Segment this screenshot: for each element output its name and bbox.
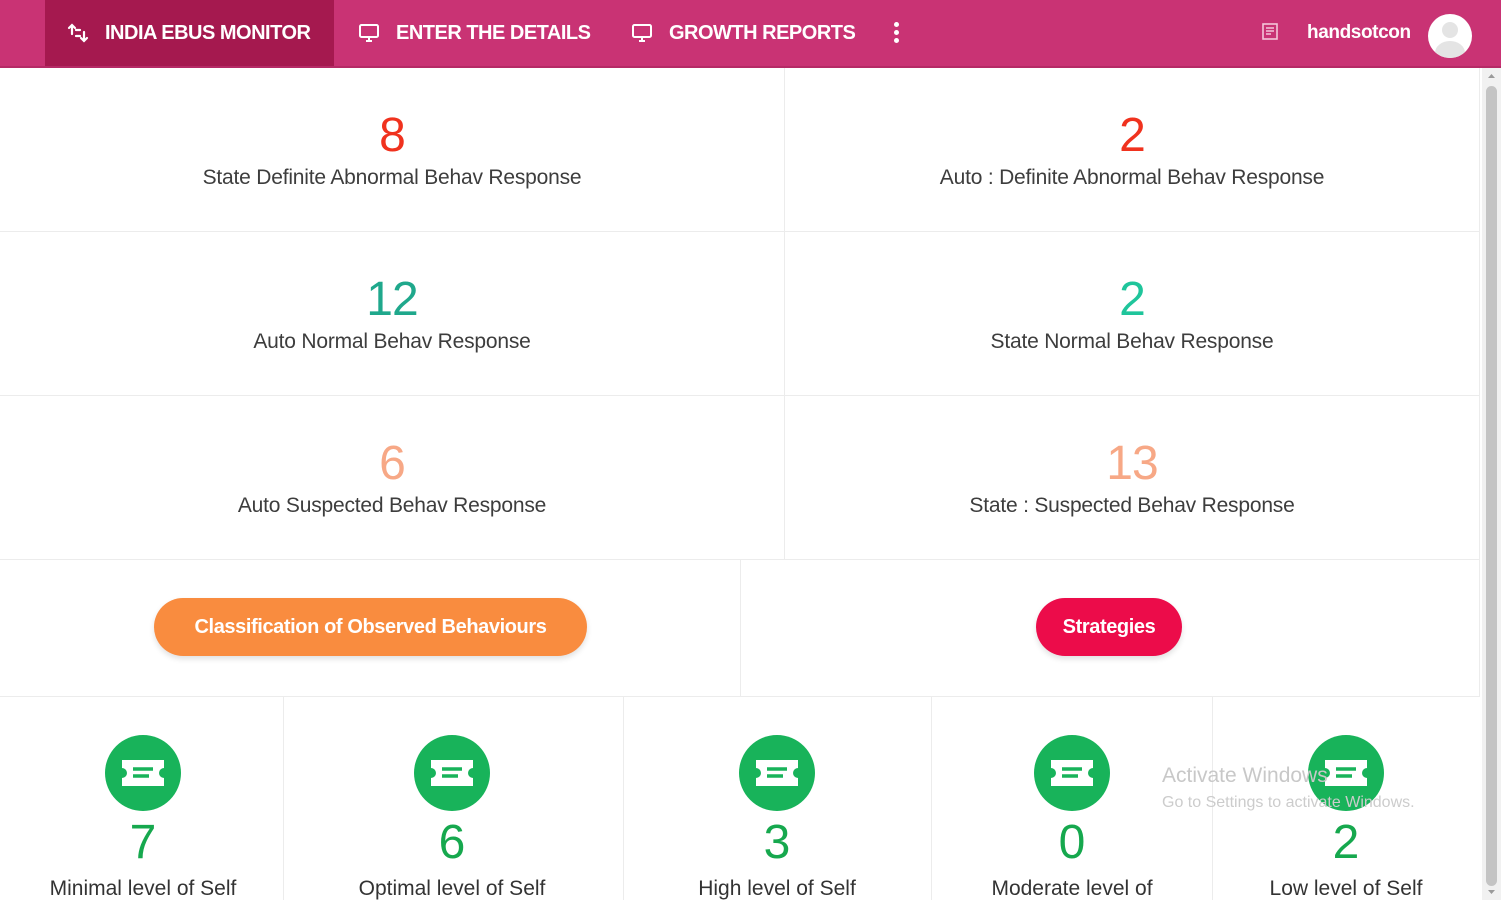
language-icon[interactable] bbox=[1260, 22, 1282, 42]
vertical-scrollbar[interactable] bbox=[1482, 68, 1501, 900]
stat-label: State : Suspected Behav Response bbox=[969, 494, 1295, 517]
level-label: Optimal level of Self bbox=[358, 877, 546, 900]
stat-card: 12 Auto Normal Behav Response bbox=[0, 232, 785, 396]
more-vert-icon[interactable] bbox=[886, 20, 906, 46]
stat-card: 2 State Normal Behav Response bbox=[785, 232, 1480, 396]
level-value: 2 bbox=[1332, 816, 1360, 869]
stat-label: Auto Normal Behav Response bbox=[253, 330, 531, 353]
level-label: Moderate level of bbox=[991, 877, 1153, 900]
scroll-down-icon[interactable] bbox=[1482, 886, 1501, 900]
strategies-cell: Strategies bbox=[741, 560, 1480, 697]
nav-brand[interactable]: INDIA EBUS MONITOR bbox=[45, 0, 334, 66]
stat-value: 2 bbox=[1119, 273, 1146, 326]
stat-card: 13 State : Suspected Behav Response bbox=[785, 396, 1480, 560]
stat-label: Auto : Definite Abnormal Behav Response bbox=[939, 166, 1325, 189]
nav-enter-details[interactable]: ENTER THE DETAILS bbox=[358, 0, 591, 66]
top-navbar: INDIA EBUS MONITOR ENTER THE DETAILS GRO… bbox=[0, 0, 1501, 68]
stat-value: 8 bbox=[379, 109, 406, 162]
stat-label: State Definite Abnormal Behav Response bbox=[202, 166, 582, 189]
strategies-button[interactable]: Strategies bbox=[1036, 598, 1182, 656]
level-label: Low level of Self bbox=[1269, 877, 1423, 900]
nav-growth-reports[interactable]: GROWTH REPORTS bbox=[631, 0, 856, 66]
ticket-icon bbox=[1034, 735, 1110, 811]
stat-card: 6 Auto Suspected Behav Response bbox=[0, 396, 785, 560]
ticket-icon bbox=[739, 735, 815, 811]
level-value: 0 bbox=[1058, 816, 1086, 869]
activation-watermark-subtitle: Go to Settings to activate Windows. bbox=[1162, 794, 1415, 811]
classification-button[interactable]: Classification of Observed Behaviours bbox=[154, 598, 587, 656]
level-label: High level of Self bbox=[698, 877, 856, 900]
username[interactable]: handsotcon bbox=[1307, 22, 1411, 44]
level-card: 7 Minimal level of Self bbox=[0, 697, 284, 900]
stat-value: 6 bbox=[379, 437, 406, 490]
stat-value: 12 bbox=[366, 273, 418, 326]
stat-label: State Normal Behav Response bbox=[990, 330, 1274, 353]
level-card: 3 High level of Self bbox=[624, 697, 932, 900]
nav-brand-label: INDIA EBUS MONITOR bbox=[105, 21, 311, 44]
level-value: 7 bbox=[129, 816, 157, 869]
stat-card: 2 Auto : Definite Abnormal Behav Respons… bbox=[785, 68, 1480, 232]
level-value: 3 bbox=[763, 816, 791, 869]
scrollbar-thumb[interactable] bbox=[1486, 86, 1497, 886]
ticket-icon bbox=[414, 735, 490, 811]
scroll-up-icon[interactable] bbox=[1482, 68, 1501, 84]
stat-label: Auto Suspected Behav Response bbox=[237, 494, 547, 517]
sync-icon bbox=[67, 22, 89, 44]
monitor-icon bbox=[631, 22, 653, 44]
ticket-icon bbox=[105, 735, 181, 811]
nav-enter-details-label: ENTER THE DETAILS bbox=[396, 21, 591, 44]
classification-cell: Classification of Observed Behaviours bbox=[0, 560, 741, 697]
activation-watermark-title: Activate Windows bbox=[1162, 764, 1328, 787]
level-value: 6 bbox=[438, 816, 466, 869]
monitor-icon bbox=[358, 22, 380, 44]
avatar[interactable] bbox=[1428, 14, 1472, 58]
level-label: Minimal level of Self bbox=[49, 877, 237, 900]
nav-growth-reports-label: GROWTH REPORTS bbox=[669, 21, 856, 44]
stat-value: 13 bbox=[1106, 437, 1158, 490]
stat-value: 2 bbox=[1119, 109, 1146, 162]
level-card: 6 Optimal level of Self bbox=[284, 697, 624, 900]
stat-card: 8 State Definite Abnormal Behav Response bbox=[0, 68, 785, 232]
